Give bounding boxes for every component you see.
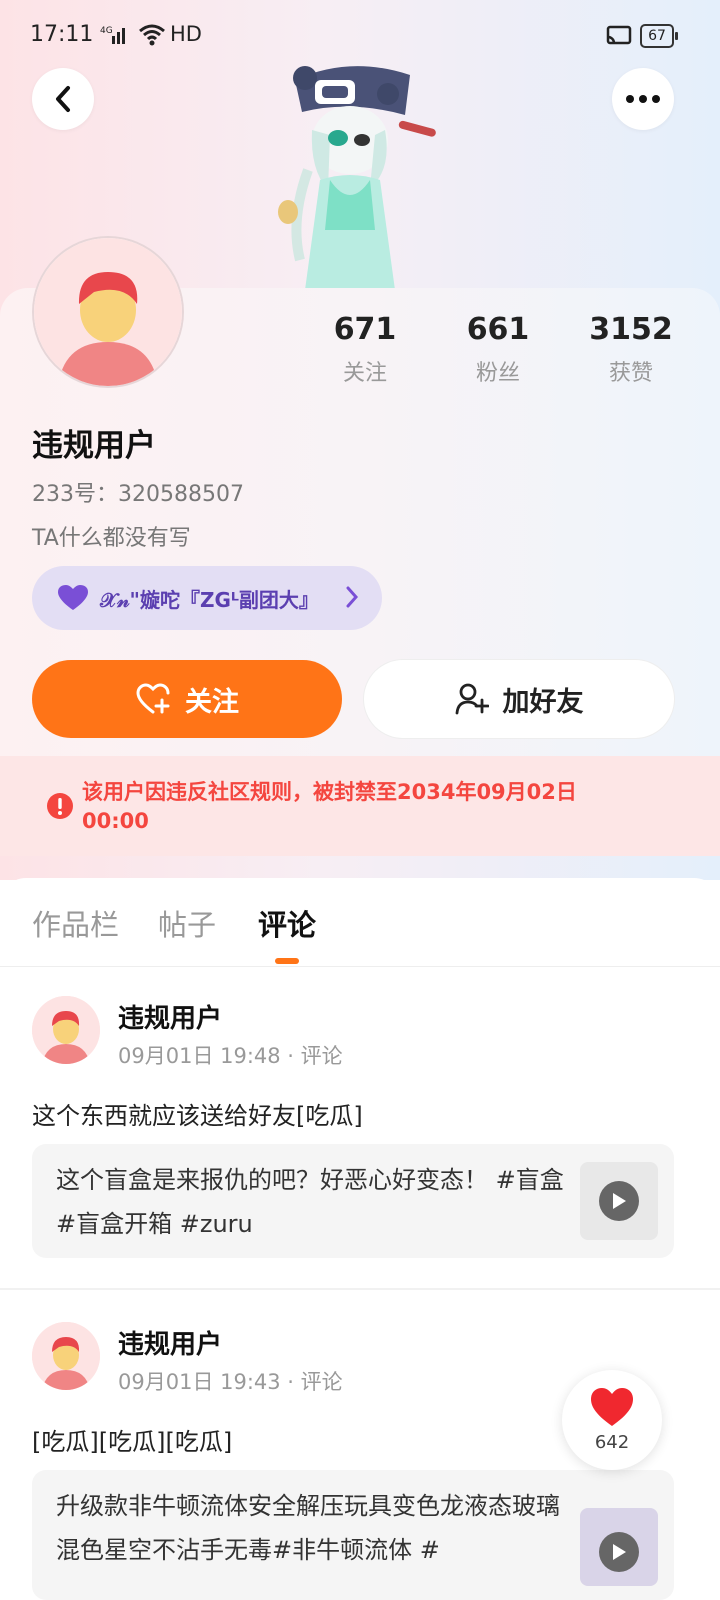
more-dots-icon bbox=[626, 95, 660, 103]
club-name: 𝒳𝓃"嫙咜『ZGᴸ副团大』 bbox=[100, 587, 319, 612]
content-tabs: 作品栏 帖子 评论 bbox=[0, 878, 720, 967]
default-avatar-icon bbox=[34, 238, 182, 386]
purple-heart-icon bbox=[58, 585, 88, 610]
add-user-icon bbox=[455, 683, 489, 715]
quoted-post-text: 这个盲盒是来报仇的吧？好恶心好变态！ #盲盒 #盲盒开箱 #zuru bbox=[56, 1166, 564, 1238]
chevron-right-icon bbox=[346, 586, 359, 608]
stat-followers[interactable]: 661 粉丝 bbox=[443, 312, 553, 387]
profile-uid: 233号：320588507 bbox=[32, 482, 244, 507]
status-time: 17:11 bbox=[30, 22, 94, 47]
tab-works[interactable]: 作品栏 bbox=[32, 902, 119, 944]
tab-comments[interactable]: 评论 bbox=[258, 902, 316, 944]
ban-message: 该用户因违反社区规则，被封禁至2034年09月02日00:00 bbox=[82, 780, 577, 833]
tab-posts[interactable]: 帖子 bbox=[158, 902, 216, 944]
comment-divider bbox=[0, 1288, 720, 1290]
follow-button[interactable]: 关注 bbox=[32, 660, 342, 738]
play-icon bbox=[599, 1181, 639, 1221]
follow-label: 关注 bbox=[185, 686, 239, 718]
heart-plus-icon bbox=[136, 683, 170, 714]
video-thumbnail[interactable] bbox=[580, 1508, 658, 1586]
stat-label: 粉丝 bbox=[475, 361, 520, 386]
comment-text: 这个东西就应该送给好友[吃瓜] bbox=[32, 1102, 363, 1130]
signal-icon: 4G bbox=[100, 26, 125, 44]
profile-bio: TA什么都没有写 bbox=[32, 526, 191, 551]
battery-icon: 67 bbox=[640, 24, 678, 48]
back-button[interactable] bbox=[32, 68, 94, 130]
chevron-left-icon bbox=[56, 86, 70, 112]
comment-text: [吃瓜][吃瓜][吃瓜] bbox=[32, 1428, 233, 1456]
floating-like-button[interactable]: 642 bbox=[562, 1370, 662, 1470]
more-options-button[interactable] bbox=[612, 68, 674, 130]
stat-label: 关注 bbox=[342, 361, 387, 386]
profile-name: 违规用户 bbox=[32, 428, 156, 464]
alert-icon bbox=[47, 793, 73, 819]
red-heart-icon bbox=[591, 1388, 633, 1426]
stat-label: 获赞 bbox=[608, 361, 653, 386]
default-avatar-icon bbox=[32, 996, 100, 1064]
hd-indicator: HD bbox=[170, 22, 202, 46]
stat-likes[interactable]: 3152 获赞 bbox=[576, 312, 686, 387]
play-icon bbox=[599, 1532, 639, 1572]
quoted-post[interactable]: 这个盲盒是来报仇的吧？好恶心好变态！ #盲盒 #盲盒开箱 #zuru bbox=[32, 1144, 674, 1258]
stat-value: 671 bbox=[333, 312, 397, 347]
comment-meta: 09月01日 19:48 · 评论 bbox=[118, 1044, 343, 1068]
svg-text:4G: 4G bbox=[100, 26, 113, 36]
ban-notice: 该用户因违反社区规则，被封禁至2034年09月02日00:00 bbox=[0, 756, 720, 856]
comment-author: 违规用户 bbox=[118, 1330, 223, 1360]
stat-value: 3152 bbox=[589, 312, 673, 347]
video-thumbnail[interactable] bbox=[580, 1162, 658, 1240]
stat-following[interactable]: 671 关注 bbox=[310, 312, 420, 387]
stat-value: 661 bbox=[466, 312, 530, 347]
add-friend-button[interactable]: 加好友 bbox=[364, 660, 674, 738]
quoted-post-text: 升级款非牛顿流体安全解压玩具变色龙液态玻璃混色星空不沾手无毒#非牛顿流体 # bbox=[56, 1492, 560, 1564]
default-avatar-icon bbox=[32, 1322, 100, 1390]
character-illustration bbox=[278, 66, 436, 290]
cast-icon bbox=[606, 25, 632, 45]
like-count: 642 bbox=[594, 1432, 630, 1453]
active-tab-indicator bbox=[275, 958, 299, 964]
profile-avatar[interactable] bbox=[34, 238, 182, 386]
add-friend-label: 加好友 bbox=[502, 686, 584, 718]
club-badge[interactable]: 𝒳𝓃"嫙咜『ZGᴸ副团大』 bbox=[32, 566, 382, 630]
comment-avatar[interactable] bbox=[32, 996, 100, 1064]
comment-meta: 09月01日 19:43 · 评论 bbox=[118, 1370, 343, 1394]
quoted-post[interactable]: 升级款非牛顿流体安全解压玩具变色龙液态玻璃混色星空不沾手无毒#非牛顿流体 # bbox=[32, 1470, 674, 1600]
comment-author: 违规用户 bbox=[118, 1004, 223, 1034]
comment-avatar[interactable] bbox=[32, 1322, 100, 1390]
wifi-icon bbox=[139, 24, 165, 46]
